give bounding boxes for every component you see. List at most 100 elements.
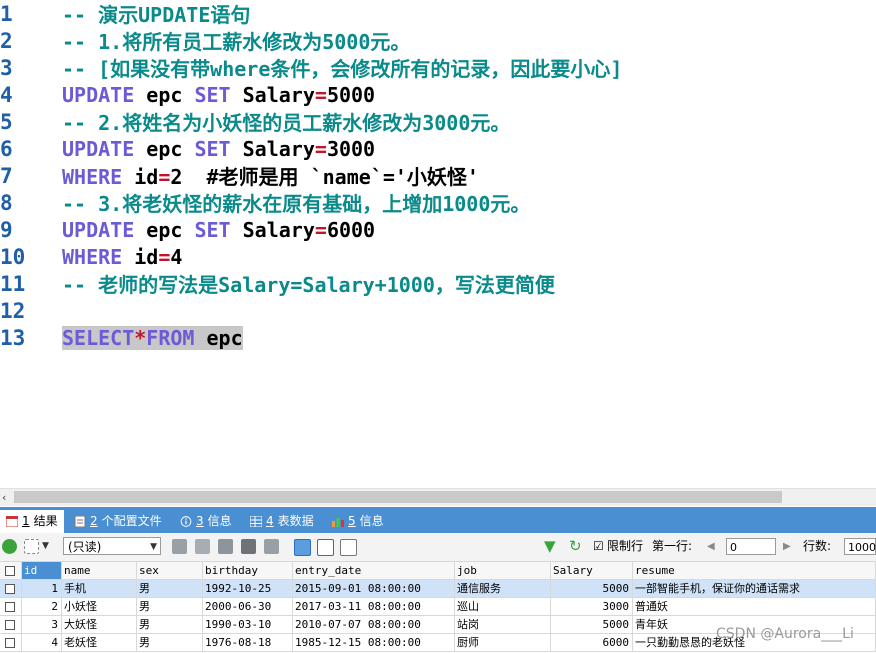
refresh-icon[interactable]: ↻ <box>569 538 582 555</box>
column-header[interactable]: sex <box>137 562 203 580</box>
sql-editor[interactable]: 1 -- 演示UPDATE语句 2 -- 1.将所有员工薪水修改为5000元。 … <box>0 0 876 488</box>
cell-sex[interactable]: 男 <box>137 616 203 634</box>
line-number: 6 <box>0 136 13 161</box>
column-header[interactable]: id <box>22 562 62 580</box>
line-number: 13 <box>0 325 26 350</box>
table-row[interactable]: 2 小妖怪 男 2000-06-30 2017-03-11 08:00:00 巡… <box>0 598 876 616</box>
cell-birthday[interactable]: 1992-10-25 <box>203 580 293 598</box>
cell-salary[interactable]: 5000 <box>551 580 633 598</box>
cell-sex[interactable]: 男 <box>137 634 203 652</box>
tab-label: 信息 <box>359 514 384 528</box>
tab-info[interactable]: 3 信息 <box>174 510 238 533</box>
cell-job[interactable]: 通信服务 <box>455 580 551 598</box>
cell-id[interactable]: 3 <box>22 616 62 634</box>
sql-identifier: epc <box>134 136 195 161</box>
cell-salary[interactable]: 6000 <box>551 634 633 652</box>
cell-entry-date[interactable]: 2017-03-11 08:00:00 <box>293 598 455 616</box>
column-header[interactable]: name <box>62 562 137 580</box>
sql-identifier: Salary <box>230 82 315 107</box>
sql-keyword: SET <box>194 136 231 161</box>
cell-name[interactable]: 手机 <box>62 580 137 598</box>
scrollbar-thumb[interactable] <box>14 491 782 503</box>
tab-profiles[interactable]: 2 个配置文件 <box>68 510 168 533</box>
prev-page-icon[interactable]: ◀ <box>707 538 715 555</box>
limit-rows-checkbox[interactable]: ☑ <box>593 538 604 555</box>
select-all-cell[interactable] <box>0 562 22 580</box>
row-select-cell[interactable] <box>0 634 22 652</box>
line-number: 12 <box>0 298 26 323</box>
grid-header-row: id name sex birthday entry_date job Sala… <box>0 562 876 580</box>
row-checkbox[interactable] <box>5 584 15 594</box>
cell-job[interactable]: 站岗 <box>455 616 551 634</box>
column-header[interactable]: job <box>455 562 551 580</box>
duplicate-row-icon[interactable] <box>195 539 210 554</box>
save-icon[interactable] <box>218 539 233 554</box>
sql-comment: -- 1.将所有员工薪水修改为5000元。 <box>62 30 411 54</box>
cell-birthday[interactable]: 2000-06-30 <box>203 598 293 616</box>
form-view-icon[interactable] <box>317 539 334 556</box>
tab-results[interactable]: 1 结果 <box>0 510 64 533</box>
column-header[interactable]: Salary <box>551 562 633 580</box>
cell-entry-date[interactable]: 2015-09-01 08:00:00 <box>293 580 455 598</box>
cell-entry-date[interactable]: 2010-07-07 08:00:00 <box>293 616 455 634</box>
cancel-changes-icon[interactable] <box>264 539 279 554</box>
chevron-down-icon[interactable]: ▼ <box>42 538 49 555</box>
scroll-left-icon[interactable]: ‹ <box>2 489 6 506</box>
sql-value: 4 <box>170 244 183 269</box>
row-select-cell[interactable] <box>0 598 22 616</box>
text-view-icon[interactable] <box>340 539 357 556</box>
insert-row-icon[interactable] <box>172 539 187 554</box>
cell-resume[interactable]: 一部智能手机，保证你的通话需求 <box>633 580 876 598</box>
editor-line: 11 -- 老师的写法是Salary=Salary+1000，写法更简便 <box>0 270 876 298</box>
grid-view-icon[interactable] <box>294 539 311 556</box>
cell-name[interactable]: 小妖怪 <box>62 598 137 616</box>
sql-keyword: UPDATE <box>62 136 135 161</box>
limit-rows-label: 限制行 <box>607 539 644 553</box>
row-count-input[interactable]: 1000 <box>844 538 876 555</box>
delete-icon[interactable] <box>241 539 256 554</box>
tab-number: 4 <box>266 514 274 528</box>
info-icon <box>180 516 192 527</box>
cell-job[interactable]: 巡山 <box>455 598 551 616</box>
cell-id[interactable]: 2 <box>22 598 62 616</box>
mode-select[interactable]: (只读) ▼ <box>63 537 161 555</box>
row-select-cell[interactable] <box>0 580 22 598</box>
row-select-cell[interactable] <box>0 616 22 634</box>
cell-sex[interactable]: 男 <box>137 580 203 598</box>
cell-job[interactable]: 厨师 <box>455 634 551 652</box>
cell-id[interactable]: 1 <box>22 580 62 598</box>
column-header[interactable]: birthday <box>203 562 293 580</box>
export-icon[interactable] <box>24 539 39 554</box>
table-row[interactable]: 1 手机 男 1992-10-25 2015-09-01 08:00:00 通信… <box>0 580 876 598</box>
editor-horizontal-scrollbar[interactable]: ‹ <box>0 488 876 506</box>
sql-operator: = <box>314 136 327 161</box>
cell-id[interactable]: 4 <box>22 634 62 652</box>
row-checkbox[interactable] <box>5 638 15 648</box>
cell-resume[interactable]: 普通妖 <box>633 598 876 616</box>
row-checkbox[interactable] <box>5 620 15 630</box>
cell-sex[interactable]: 男 <box>137 598 203 616</box>
select-all-checkbox[interactable] <box>5 566 15 576</box>
sql-identifier: id <box>122 244 159 269</box>
sql-value: 3000 <box>326 136 376 161</box>
row-checkbox[interactable] <box>5 602 15 612</box>
cell-birthday[interactable]: 1976-08-18 <box>203 634 293 652</box>
line-number: 11 <box>0 271 26 296</box>
next-page-icon[interactable]: ▶ <box>783 538 791 555</box>
cell-entry-date[interactable]: 1985-12-15 08:00:00 <box>293 634 455 652</box>
column-header[interactable]: resume <box>633 562 876 580</box>
cell-birthday[interactable]: 1990-03-10 <box>203 616 293 634</box>
cell-name[interactable]: 老妖怪 <box>62 634 137 652</box>
filter-icon[interactable]: ▼ <box>544 538 556 555</box>
add-row-icon[interactable] <box>2 539 17 554</box>
first-row-input[interactable]: 0 <box>726 538 776 555</box>
sql-keyword: UPDATE <box>62 217 135 242</box>
column-header[interactable]: entry_date <box>293 562 455 580</box>
tab-number: 5 <box>348 514 356 528</box>
cell-name[interactable]: 大妖怪 <box>62 616 137 634</box>
cell-salary[interactable]: 5000 <box>551 616 633 634</box>
selected-sql-statement[interactable]: SELECT*FROM epc <box>62 325 243 350</box>
tab-info-2[interactable]: 5 信息 <box>326 510 390 533</box>
tab-table-data[interactable]: 4 表数据 <box>244 510 320 533</box>
cell-salary[interactable]: 3000 <box>551 598 633 616</box>
